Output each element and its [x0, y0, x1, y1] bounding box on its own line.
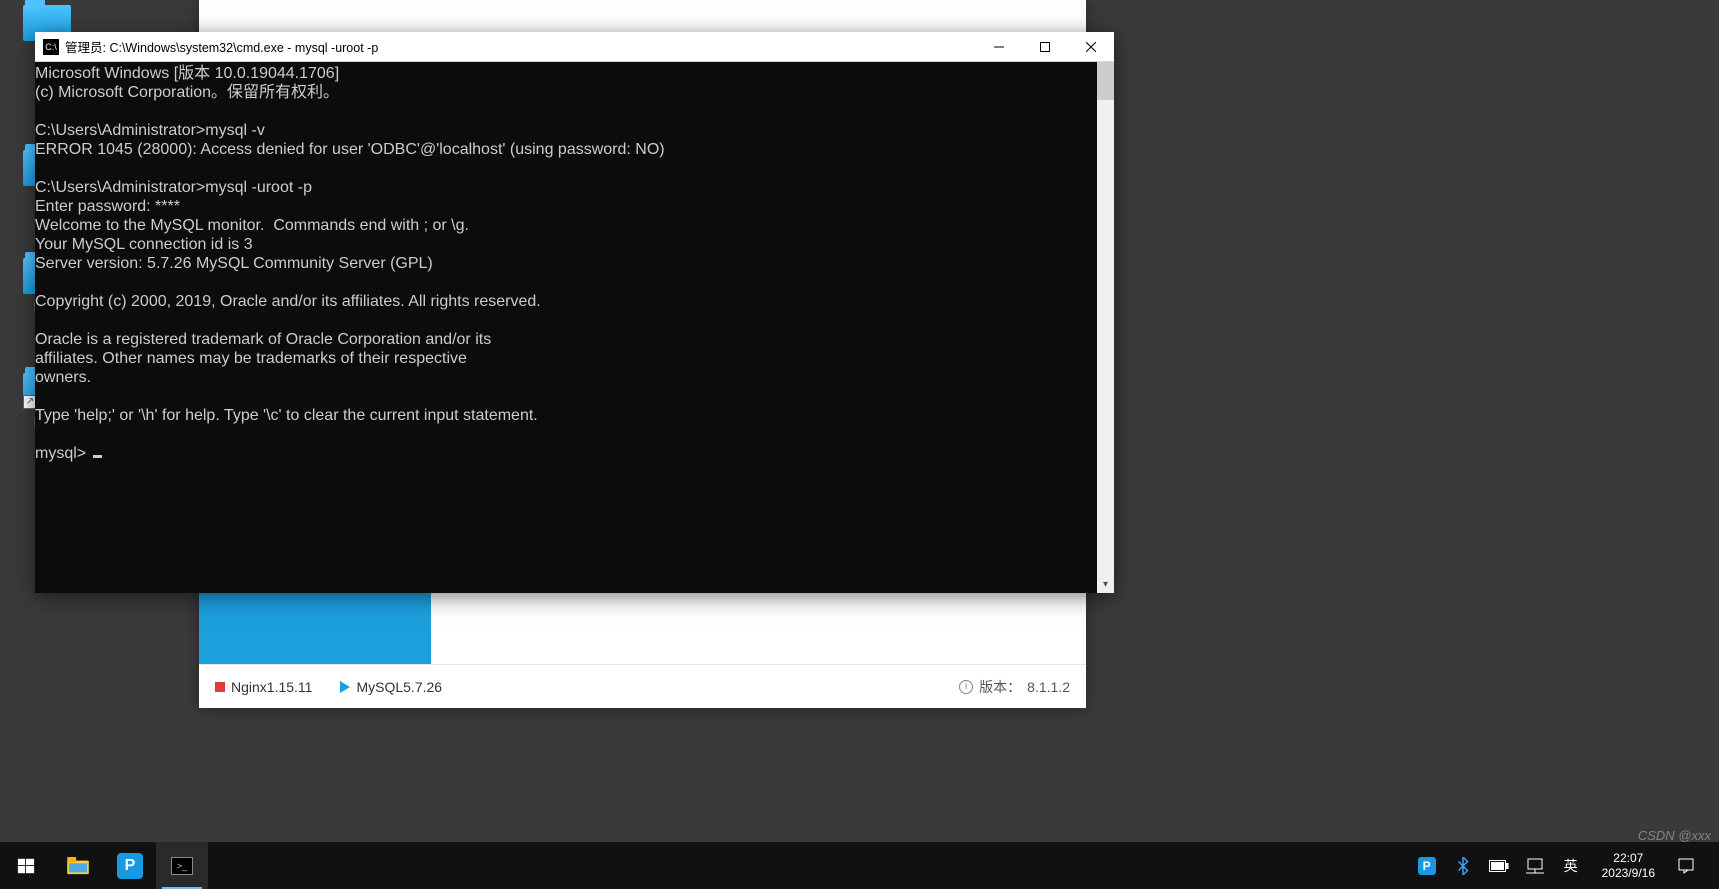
- status-version: i 版本： 8.1.1.2: [959, 677, 1070, 697]
- status-mysql[interactable]: MySQL5.7.26: [340, 679, 442, 695]
- version-prefix: 版本：: [979, 677, 1021, 697]
- tray-bluetooth-icon[interactable]: [1450, 852, 1476, 880]
- phpstudy-statusbar: Nginx1.15.11 MySQL5.7.26 i 版本： 8.1.1.2: [199, 664, 1086, 708]
- scrollbar-thumb[interactable]: [1097, 62, 1114, 100]
- tray-battery-icon[interactable]: [1486, 852, 1512, 880]
- cmd-icon: C:\: [43, 39, 59, 55]
- start-button[interactable]: [0, 842, 52, 889]
- status-mysql-label: MySQL5.7.26: [356, 679, 442, 695]
- running-indicator-icon: [340, 681, 350, 693]
- cmd-task-icon: >_: [171, 857, 193, 875]
- tray-network-icon[interactable]: [1522, 852, 1548, 880]
- tray-ime[interactable]: 英: [1558, 852, 1584, 880]
- phpstudy-titlebar[interactable]: [199, 0, 1086, 35]
- close-button[interactable]: [1068, 32, 1114, 61]
- cmd-task-label: >_: [177, 861, 187, 871]
- cmd-title: 管理员: C:\Windows\system32\cmd.exe - mysql…: [65, 37, 976, 56]
- cmd-output: Microsoft Windows [版本 10.0.19044.1706] (…: [35, 65, 665, 462]
- cursor-icon: [93, 455, 102, 458]
- clock-date: 2023/9/16: [1602, 866, 1655, 881]
- taskbar-clock[interactable]: 22:07 2023/9/16: [1594, 851, 1663, 881]
- cmd-scrollbar[interactable]: ▾: [1097, 62, 1114, 593]
- file-explorer-icon: [67, 857, 89, 875]
- p-badge-icon: P: [117, 853, 143, 879]
- minimize-button[interactable]: [976, 32, 1022, 61]
- cmd-icon-text: C:\: [45, 42, 57, 52]
- taskbar-explorer[interactable]: [52, 842, 104, 889]
- clock-time: 22:07: [1602, 851, 1655, 866]
- taskbar: P >_ P 英 22:07 2023/9/16: [0, 842, 1719, 889]
- windows-logo-icon: [17, 857, 35, 875]
- status-nginx[interactable]: Nginx1.15.11: [215, 679, 312, 695]
- tray-p-icon[interactable]: P: [1414, 852, 1440, 880]
- version-value: 8.1.1.2: [1027, 679, 1070, 695]
- cmd-window: C:\ 管理员: C:\Windows\system32\cmd.exe - m…: [35, 32, 1114, 593]
- watermark: CSDN @xxx: [1638, 828, 1711, 843]
- taskbar-cmd[interactable]: >_: [156, 842, 208, 889]
- cmd-titlebar[interactable]: C:\ 管理员: C:\Windows\system32\cmd.exe - m…: [35, 32, 1114, 62]
- cmd-terminal[interactable]: Microsoft Windows [版本 10.0.19044.1706] (…: [35, 62, 1097, 593]
- scrollbar-down-icon[interactable]: ▾: [1097, 576, 1114, 593]
- info-icon: i: [959, 680, 973, 694]
- ime-label: 英: [1564, 856, 1578, 876]
- show-desktop-button[interactable]: [1709, 842, 1715, 889]
- tray-notifications-icon[interactable]: [1673, 852, 1699, 880]
- maximize-button[interactable]: [1022, 32, 1068, 61]
- status-nginx-label: Nginx1.15.11: [231, 679, 312, 695]
- p-badge-label: P: [125, 857, 136, 875]
- stopped-indicator-icon: [215, 682, 225, 692]
- taskbar-phpstudy[interactable]: P: [104, 842, 156, 889]
